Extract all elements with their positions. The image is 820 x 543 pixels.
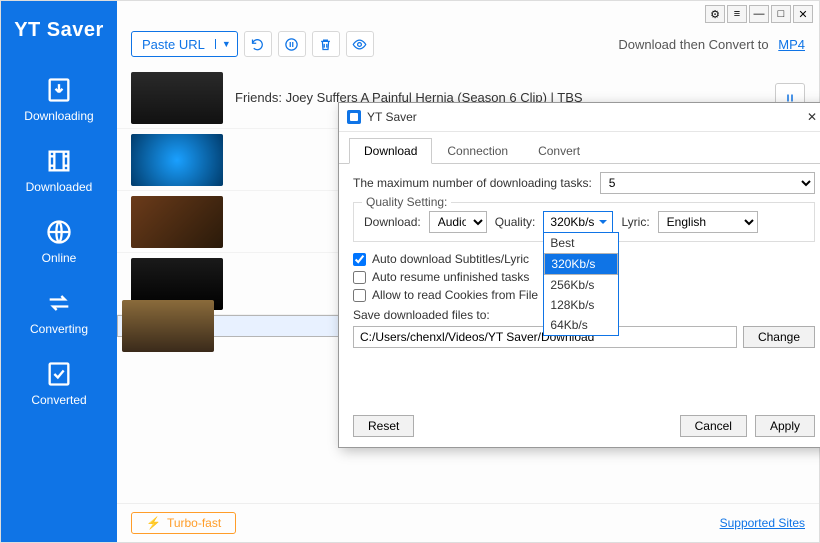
paste-url-label: Paste URL xyxy=(132,37,215,52)
sidebar-item-downloading[interactable]: Downloading xyxy=(1,66,117,137)
sidebar-item-label: Downloaded xyxy=(26,180,93,194)
close-icon[interactable]: ✕ xyxy=(793,5,813,23)
quality-option[interactable]: Best xyxy=(544,233,618,253)
minimize-icon[interactable]: — xyxy=(749,5,769,23)
chevron-down-icon[interactable]: ▼ xyxy=(215,39,237,49)
cancel-button[interactable]: Cancel xyxy=(680,415,747,437)
convert-prefix: Download then Convert to xyxy=(618,37,768,52)
sidebar-item-downloaded[interactable]: Downloaded xyxy=(1,137,117,208)
allow-cookies-checkbox[interactable] xyxy=(353,289,366,302)
done-icon xyxy=(45,360,73,388)
auto-subtitles-checkbox[interactable] xyxy=(353,253,366,266)
quality-option[interactable]: 320Kb/s xyxy=(544,253,618,275)
settings-dialog: YT Saver ✕ Download Connection Convert T… xyxy=(338,102,820,448)
tab-download[interactable]: Download xyxy=(349,138,432,164)
download-type-select[interactable]: Audio xyxy=(429,211,487,233)
eye-icon xyxy=(352,37,367,52)
auto-subtitles-label: Auto download Subtitles/Lyric xyxy=(372,252,529,266)
dialog-tabs: Download Connection Convert xyxy=(339,132,820,164)
app-logo: YT Saver xyxy=(14,1,104,66)
convert-icon xyxy=(45,289,73,317)
sidebar-item-label: Online xyxy=(42,251,77,265)
convert-bar: Download then Convert to MP4 xyxy=(618,37,805,52)
tab-convert[interactable]: Convert xyxy=(523,138,595,164)
sidebar-item-converting[interactable]: Converting xyxy=(1,279,117,350)
reset-button[interactable]: Reset xyxy=(353,415,414,437)
window-controls: ⚙ ≡ — □ ✕ xyxy=(117,1,819,27)
thumbnail xyxy=(131,196,223,248)
trash-icon xyxy=(318,37,333,52)
lyric-select[interactable]: English xyxy=(658,211,758,233)
quality-option[interactable]: 64Kb/s xyxy=(544,315,618,335)
pause-circle-icon xyxy=(284,37,299,52)
sidebar-item-label: Downloading xyxy=(24,109,93,123)
quality-legend: Quality Setting: xyxy=(362,195,451,209)
change-path-button[interactable]: Change xyxy=(743,326,815,348)
quality-dropdown: Best 320Kb/s 256Kb/s 128Kb/s 64Kb/s xyxy=(543,232,619,336)
delete-button[interactable] xyxy=(312,31,340,57)
download-type-label: Download: xyxy=(364,215,421,229)
paste-url-button[interactable]: Paste URL ▼ xyxy=(131,31,238,57)
sidebar-item-online[interactable]: Online xyxy=(1,208,117,279)
supported-sites-link[interactable]: Supported Sites xyxy=(720,516,805,530)
tab-connection[interactable]: Connection xyxy=(432,138,523,164)
max-tasks-select[interactable]: 5 xyxy=(600,172,815,194)
app-icon xyxy=(347,110,361,124)
dialog-titlebar: YT Saver ✕ xyxy=(339,103,820,132)
quality-fieldset: Quality Setting: Download: Audio Quality… xyxy=(353,202,815,242)
menu-icon[interactable]: ≡ xyxy=(727,5,747,23)
turbo-fast-button[interactable]: ⚡ Turbo-fast xyxy=(131,512,236,534)
apply-button[interactable]: Apply xyxy=(755,415,815,437)
sidebar-item-label: Converted xyxy=(31,393,86,407)
quality-option[interactable]: 256Kb/s xyxy=(544,275,618,295)
globe-icon xyxy=(45,218,73,246)
dialog-body: The maximum number of downloading tasks:… xyxy=(339,163,820,356)
thumbnail xyxy=(131,72,223,124)
auto-resume-checkbox[interactable] xyxy=(353,271,366,284)
toolbar: Paste URL ▼ Download then Convert to MP4 xyxy=(117,27,819,67)
bolt-icon: ⚡ xyxy=(146,516,161,530)
sidebar-item-label: Converting xyxy=(30,322,88,336)
resume-all-button[interactable] xyxy=(244,31,272,57)
dialog-close-button[interactable]: ✕ xyxy=(803,109,820,125)
thumbnail xyxy=(131,134,223,186)
quality-label: Quality: xyxy=(495,215,536,229)
quality-select[interactable]: 320Kb/s xyxy=(543,211,613,233)
auto-resume-label: Auto resume unfinished tasks xyxy=(372,270,529,284)
sidebar: YT Saver Downloading Downloaded Online C… xyxy=(1,1,117,542)
turbo-label: Turbo-fast xyxy=(167,516,221,530)
download-icon xyxy=(45,76,73,104)
allow-cookies-label: Allow to read Cookies from File xyxy=(372,288,538,302)
preview-button[interactable] xyxy=(346,31,374,57)
maximize-icon[interactable]: □ xyxy=(771,5,791,23)
dialog-title: YT Saver xyxy=(367,110,797,124)
undo-icon xyxy=(250,37,265,52)
film-icon xyxy=(45,147,73,175)
convert-format-link[interactable]: MP4 xyxy=(778,37,805,52)
thumbnail xyxy=(122,300,214,352)
footer: ⚡ Turbo-fast Supported Sites xyxy=(117,503,819,542)
pause-all-button[interactable] xyxy=(278,31,306,57)
max-tasks-label: The maximum number of downloading tasks: xyxy=(353,176,592,190)
quality-option[interactable]: 128Kb/s xyxy=(544,295,618,315)
sidebar-item-converted[interactable]: Converted xyxy=(1,350,117,421)
settings-icon[interactable]: ⚙ xyxy=(705,5,725,23)
lyric-label: Lyric: xyxy=(621,215,649,229)
